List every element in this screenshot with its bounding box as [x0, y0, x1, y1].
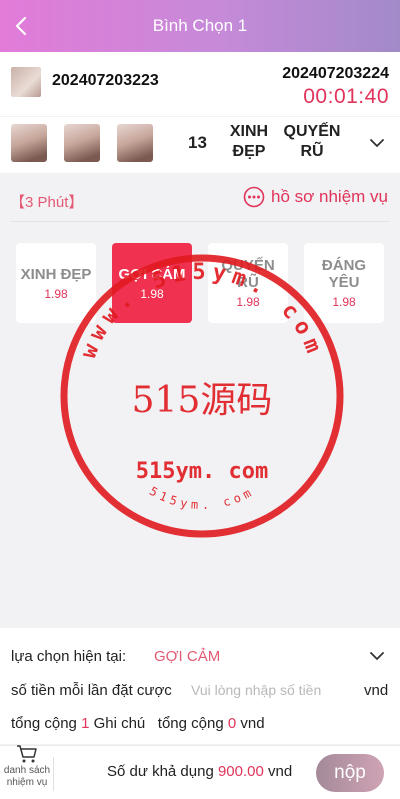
chevron-down-icon[interactable] — [368, 134, 386, 152]
mission-list-label[interactable]: danh sách nhiệm vụ — [0, 765, 54, 789]
total-amount-prefix: tổng cộng — [157, 715, 224, 732]
bet-amount-label: số tiền mỗi lần đặt cược — [11, 682, 172, 699]
option-name-line-1: ĐÁNG — [321, 257, 367, 274]
cart-icon[interactable] — [16, 744, 38, 764]
previous-period-number: 202407203223 — [52, 72, 159, 89]
back-arrow-icon[interactable] — [10, 14, 34, 38]
result-word-1: XINH ĐẸP — [228, 122, 270, 162]
result-word-2-line-2: RŨ — [300, 143, 324, 160]
current-selection-value: GỢI CẢM — [154, 648, 221, 665]
result-word-1-line-1: XINH — [229, 123, 269, 140]
submit-button[interactable]: nộp — [316, 754, 384, 792]
option-goi-cam[interactable]: GỢI CẢM 1.98 — [112, 243, 192, 323]
balance-unit: vnd — [268, 763, 293, 780]
total-count: 1 — [81, 715, 90, 732]
option-odds: 1.98 — [44, 286, 68, 301]
option-odds: 1.98 — [332, 295, 356, 309]
balance-label: Số dư khả dụng — [107, 763, 214, 780]
chevron-down-icon[interactable] — [368, 647, 386, 665]
app-header: Bình Chọn 1 — [0, 0, 400, 52]
mission-record-link[interactable]: hồ sơ nhiệm vụ — [243, 186, 388, 208]
option-dang-yeu[interactable]: ĐÁNG YÊU 1.98 — [304, 243, 384, 323]
option-name-line-2: YÊU — [328, 274, 360, 291]
option-name-line-1: QUYẾN — [221, 257, 275, 274]
option-xinh-dep[interactable]: XINH ĐẸP 1.98 — [16, 243, 96, 323]
result-word-2: QUYẾN RŨ — [277, 122, 347, 162]
total-amount-unit: vnd — [240, 715, 265, 732]
game-duration-label: 【3 Phút】 — [10, 194, 84, 211]
result-image-2 — [64, 124, 100, 162]
result-number: 13 — [188, 133, 207, 152]
divider — [10, 221, 390, 222]
bet-amount-input[interactable] — [189, 676, 351, 704]
total-summary: tổng cộng 1 Ghi chú tổng cộng 0 vnd — [11, 715, 265, 732]
option-name: GỢI CẢM — [118, 265, 186, 283]
mission-record-label: hồ sơ nhiệm vụ — [271, 187, 388, 206]
balance-value: 900.00 — [217, 763, 264, 780]
result-word-1-line-2: ĐẸP — [232, 143, 266, 160]
available-balance: Số dư khả dụng 900.00 vnd — [107, 763, 292, 780]
footer-divider — [53, 757, 54, 791]
current-selection-label: lựa chọn hiện tại: — [11, 648, 127, 665]
total-note: Ghi chú — [93, 715, 146, 732]
previous-result-thumbnail — [11, 67, 41, 97]
bet-amount-unit: vnd — [364, 682, 389, 699]
current-period-number: 202407203224 — [282, 65, 389, 82]
option-name-line-2: RŨ — [237, 274, 259, 291]
total-amount: 0 — [227, 715, 237, 732]
option-quyen-ru[interactable]: QUYẾN RŨ 1.98 — [208, 243, 288, 323]
more-dots-icon — [243, 186, 265, 208]
result-image-1 — [11, 124, 47, 162]
countdown-timer: 00:01:40 — [303, 85, 389, 108]
option-name: XINH ĐẸP — [20, 265, 92, 283]
result-word-2-line-1: QUYẾN — [283, 123, 341, 140]
result-image-3 — [117, 124, 153, 162]
option-odds: 1.98 — [140, 286, 164, 301]
page-title: Bình Chọn 1 — [152, 16, 248, 35]
option-odds: 1.98 — [236, 295, 260, 309]
total-count-prefix: tổng cộng — [11, 715, 77, 732]
